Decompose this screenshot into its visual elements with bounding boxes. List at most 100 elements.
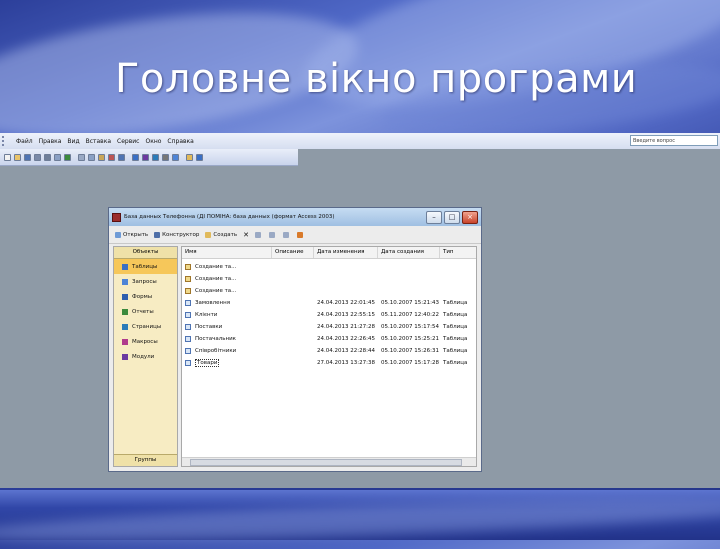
objects-header[interactable]: Объекты <box>114 247 177 259</box>
delete-icon: ✕ <box>243 230 249 239</box>
view-list-button[interactable] <box>283 231 291 238</box>
row-created: 05.10.2007 15:17:28 <box>381 360 439 366</box>
open-button[interactable]: Открыть <box>115 231 148 238</box>
row-modified: 24.04.2013 22:28:44 <box>317 348 375 354</box>
print-icon[interactable] <box>44 153 51 161</box>
details-icon <box>297 231 303 238</box>
table-row[interactable]: Создание та... <box>182 273 476 285</box>
column-created[interactable]: Дата создания <box>378 247 440 258</box>
copy-icon[interactable] <box>88 153 95 161</box>
open-icon[interactable] <box>14 153 21 161</box>
objects-item[interactable]: Макросы <box>114 334 177 349</box>
objects-item-label: Отчеты <box>132 308 154 315</box>
menu-edit[interactable]: Правка <box>39 138 62 145</box>
table-row[interactable]: Замовлення 24.04.2013 22:01:45 05.10.2007 … <box>182 297 476 309</box>
cut-icon[interactable] <box>78 153 85 161</box>
row-name-cell: Постачальник <box>182 336 272 342</box>
format-icon[interactable] <box>108 153 115 161</box>
row-name: Товари <box>195 359 220 367</box>
new-object-icon[interactable] <box>186 153 193 161</box>
object-type-icon <box>122 353 128 360</box>
search-icon[interactable] <box>34 153 41 161</box>
menu-window[interactable]: Окно <box>145 138 161 145</box>
table-row[interactable]: Клієнти 24.04.2013 22:55:15 05.11.2007 12:… <box>182 309 476 321</box>
table-icon <box>185 348 191 354</box>
objects-item[interactable]: Таблицы <box>114 259 177 274</box>
object-type-icon <box>122 278 128 285</box>
object-type-icon <box>122 293 128 300</box>
close-button[interactable]: × <box>462 211 478 224</box>
create-button[interactable]: Создать <box>205 231 237 238</box>
delete-button[interactable]: ✕ <box>243 231 249 239</box>
objects-item[interactable]: Отчеты <box>114 304 177 319</box>
save-icon[interactable] <box>24 153 31 161</box>
table-row[interactable]: Создание та... <box>182 261 476 273</box>
table-row[interactable]: Создание та... <box>182 285 476 297</box>
design-icon <box>154 231 161 238</box>
objects-item[interactable]: Модули <box>114 349 177 364</box>
objects-item[interactable]: Страницы <box>114 319 177 334</box>
table-row[interactable]: Поставки 24.04.2013 21:27:28 05.10.2007 15… <box>182 321 476 333</box>
scrollbar-thumb[interactable] <box>190 459 462 466</box>
menu-help[interactable]: Справка <box>167 138 193 145</box>
row-name: Співробітники <box>195 348 237 354</box>
table-row[interactable]: Співробітники 24.04.2013 22:28:44 05.10.20… <box>182 345 476 357</box>
analyze-icon[interactable] <box>142 153 149 161</box>
menu-insert[interactable]: Вставка <box>86 138 111 145</box>
row-name-cell: Клієнти <box>182 312 272 318</box>
column-modified[interactable]: Дата изменения <box>314 247 378 258</box>
object-type-icon <box>122 323 128 330</box>
table-icon <box>185 300 191 306</box>
undo-icon[interactable] <box>118 153 125 161</box>
row-name: Создание та... <box>195 276 237 282</box>
slide-title: Головне вікно програми <box>115 56 638 102</box>
row-created: 05.10.2007 15:17:54 <box>381 324 439 330</box>
list-header: Имя Описание Дата изменения Дата создани… <box>182 247 476 259</box>
view-large-icons-button[interactable] <box>255 231 263 238</box>
maximize-button[interactable]: □ <box>444 211 460 224</box>
view-details-button[interactable] <box>297 231 305 238</box>
large-icons-icon <box>255 231 261 238</box>
row-name-cell: Товари <box>182 359 272 367</box>
objects-item[interactable]: Формы <box>114 289 177 304</box>
menu-service[interactable]: Сервис <box>117 138 139 145</box>
properties-icon[interactable] <box>162 153 169 161</box>
row-type: Таблица <box>443 336 468 342</box>
paste-icon[interactable] <box>98 153 105 161</box>
row-name-cell: Создание та... <box>182 264 272 270</box>
objects-item-label: Макросы <box>132 338 158 345</box>
object-type-icon <box>122 338 128 345</box>
table-row[interactable]: Постачальник 24.04.2013 22:26:45 05.10.200… <box>182 333 476 345</box>
table-row[interactable]: Товари 27.04.2013 13:27:38 05.10.2007 15:1… <box>182 357 476 369</box>
small-icons-icon <box>269 231 275 238</box>
row-created: 05.11.2007 12:40:22 <box>381 312 439 318</box>
object-list-pane: Имя Описание Дата изменения Дата создани… <box>181 246 477 467</box>
code-icon[interactable] <box>152 153 159 161</box>
design-button[interactable]: Конструктор <box>154 231 199 238</box>
wizard-icon <box>185 264 191 270</box>
row-created: 05.10.2007 15:25:21 <box>381 336 439 342</box>
preview-icon[interactable] <box>54 153 61 161</box>
column-description[interactable]: Описание <box>272 247 314 258</box>
row-name-cell: Поставки <box>182 324 272 330</box>
objects-item-label: Запросы <box>132 278 157 285</box>
horizontal-scrollbar[interactable] <box>182 457 476 466</box>
view-small-icons-button[interactable] <box>269 231 277 238</box>
row-name: Постачальник <box>195 336 236 342</box>
spell-icon[interactable] <box>64 153 71 161</box>
database-window-titlebar[interactable]: База данных Телефонна (ДІ ПОМІНА: база д… <box>109 208 481 226</box>
menu-view[interactable]: Вид <box>67 138 79 145</box>
column-name[interactable]: Имя <box>182 247 272 258</box>
new-icon[interactable] <box>4 153 11 161</box>
relationships-icon[interactable] <box>172 153 179 161</box>
help-icon[interactable] <box>196 153 203 161</box>
column-type[interactable]: Тип <box>440 247 474 258</box>
objects-item[interactable]: Запросы <box>114 274 177 289</box>
help-search-input[interactable]: Введите вопрос <box>630 135 718 146</box>
minimize-button[interactable]: – <box>426 211 442 224</box>
object-type-icon <box>122 308 128 315</box>
link-icon[interactable] <box>132 153 139 161</box>
list-icon <box>283 231 289 238</box>
menu-file[interactable]: Файл <box>16 138 33 145</box>
groups-footer[interactable]: Группы <box>114 454 177 466</box>
